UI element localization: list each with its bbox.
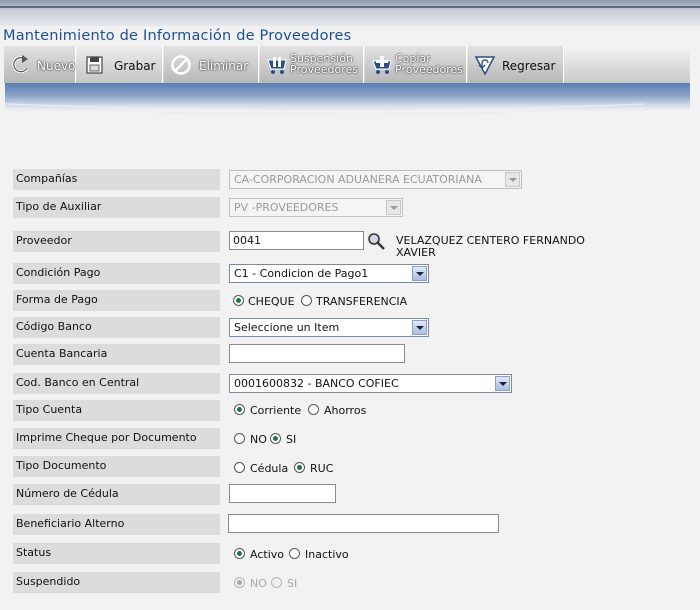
copy-icon [372,56,392,74]
chevron-down-icon [386,200,401,215]
imprime-cheque-no-label: NO [250,433,267,446]
chevron-down-icon [495,376,510,391]
forma-pago-label: Forma de Pago [13,290,220,311]
grabar-label: Grabar [114,59,156,73]
band-decoration [5,103,646,115]
chevron-down-icon [505,172,520,187]
numero-cedula-input[interactable] [229,484,336,503]
companias-label: Compañías [13,169,220,190]
cod-banco-central-value: 0001600832 - BANCO COFIEC [234,377,399,390]
status-label: Status [13,543,220,564]
codigo-banco-label: Código Banco [13,317,220,338]
save-icon [86,56,103,74]
tipo-cuenta-ahorros-label: Ahorros [324,404,367,417]
imprime-cheque-no-radio[interactable] [234,433,245,444]
copiar-label: Copiar Proveedores [395,53,463,75]
copiar-proveedores-button[interactable]: Copiar Proveedores [365,46,467,83]
condicion-pago-value: C1 - Condicion de Pago1 [234,267,369,280]
page-title: Mantenimiento de Información de Proveedo… [3,28,352,44]
cuenta-bancaria-input[interactable] [229,344,405,363]
tipo-documento-label: Tipo Documento [13,456,220,477]
regresar-label: Regresar [502,59,556,73]
forma-pago-transferencia-label: TRANSFERENCIA [316,295,408,308]
nuevo-label: Nuevo [37,59,76,73]
tipo-auxiliar-label: Tipo de Auxiliar [13,197,220,218]
numero-cedula-label: Número de Cédula [13,484,220,505]
suspend-icon [267,57,287,74]
chevron-down-icon [412,266,427,281]
top-bar-line [0,6,700,8]
condicion-pago-select[interactable]: C1 - Condicion de Pago1 [229,264,429,283]
suspension-proveedores-button[interactable]: Suspensión Proveedores [260,46,364,83]
cod-banco-central-label: Cod. Banco en Central [13,373,220,394]
tipo-documento-cedula-radio[interactable] [234,462,245,473]
status-inactivo-radio[interactable] [289,548,300,559]
proveedor-input[interactable]: 0041 [229,231,364,250]
condicion-pago-label: Condición Pago [13,263,220,284]
codigo-banco-select[interactable]: Seleccione un Item [229,318,429,337]
suspendido-label: Suspendido [13,572,220,593]
regresar-button[interactable]: Regresar [468,46,564,83]
tipo-cuenta-corriente-label: Corriente [250,404,302,417]
tipo-auxiliar-value: PV -PROVEEDORES [234,201,339,214]
tipo-cuenta-ahorros-radio[interactable] [308,404,319,415]
refresh-icon [12,55,29,74]
tipo-documento-cedula-label: Cédula [250,462,289,475]
top-bar [0,0,700,26]
grabar-button[interactable]: Grabar [77,46,163,83]
status-inactivo-label: Inactivo [305,548,349,561]
chevron-down-icon [412,320,427,335]
tipo-auxiliar-select[interactable]: PV -PROVEEDORES [229,198,403,217]
forma-pago-cheque-radio[interactable] [233,295,244,306]
codigo-banco-value: Seleccione un Item [234,321,340,334]
imprime-cheque-si-radio[interactable] [270,433,281,444]
eliminar-label: Eliminar [199,59,249,73]
suspension-label: Suspensión Proveedores [290,53,358,75]
beneficiario-input[interactable] [228,514,499,533]
suspendido-si-radio[interactable] [271,577,282,588]
beneficiario-label: Beneficiario Alterno [13,514,220,535]
proveedor-label: Proveedor [13,231,220,252]
suspendido-si-label: SI [287,577,298,590]
copiar-label-line2: Proveedores [395,63,463,76]
search-icon[interactable] [367,232,386,251]
imprime-cheque-label: Imprime Cheque por Documento [13,428,220,449]
toolbar: Nuevo Grabar Eliminar Suspensión Proveed… [4,46,690,83]
suspendido-no-radio[interactable] [234,577,245,588]
nuevo-button[interactable]: Nuevo [4,46,76,83]
tipo-documento-ruc-label: RUC [310,462,334,475]
imprime-cheque-si-label: SI [286,433,297,446]
companias-value: CA-CORPORACION ADUANERA ECUATORIANA [234,173,482,186]
eliminar-button[interactable]: Eliminar [164,46,259,83]
proveedor-name: VELAZQUEZ CENTERO FERNANDO XAVIER [396,234,585,259]
tipo-documento-ruc-radio[interactable] [294,462,305,473]
tipo-cuenta-corriente-radio[interactable] [234,404,245,415]
companias-select[interactable]: CA-CORPORACION ADUANERA ECUATORIANA [229,170,522,189]
status-activo-radio[interactable] [234,548,245,559]
cod-banco-central-select[interactable]: 0001600832 - BANCO COFIEC [229,374,512,393]
back-icon [474,56,496,76]
suspension-label-line2: Proveedores [290,63,358,76]
suspendido-no-label: NO [250,577,267,590]
forma-pago-transferencia-radio[interactable] [301,295,312,306]
tipo-cuenta-label: Tipo Cuenta [13,400,220,421]
cuenta-bancaria-label: Cuenta Bancaria [13,344,220,365]
status-activo-label: Activo [250,548,284,561]
delete-icon [171,55,191,75]
forma-pago-cheque-label: CHEQUE [248,295,295,308]
